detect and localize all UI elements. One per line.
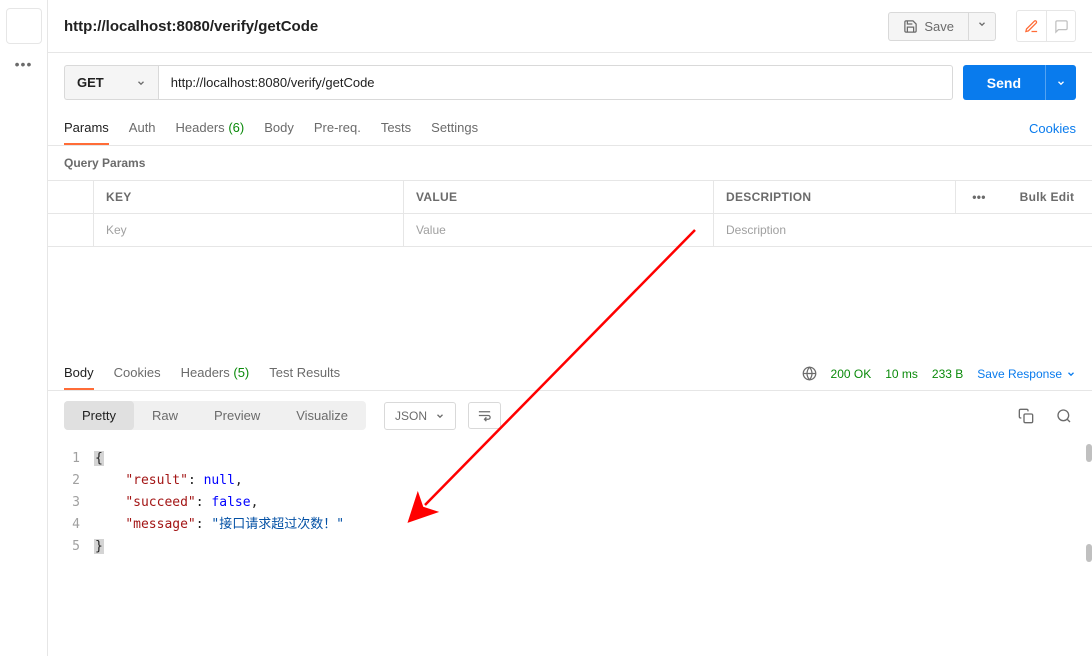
comment-button[interactable] <box>1046 10 1076 42</box>
tab-tests[interactable]: Tests <box>381 112 411 145</box>
response-body[interactable]: 1{ 2 "result": null, 3 "succeed": false,… <box>48 440 1092 566</box>
query-params-label: Query Params <box>48 146 1092 180</box>
pencil-icon <box>1024 19 1039 34</box>
col-value: VALUE <box>404 181 714 213</box>
save-label: Save <box>924 19 954 34</box>
fmt-visualize[interactable]: Visualize <box>278 401 366 430</box>
fmt-raw[interactable]: Raw <box>134 401 196 430</box>
resp-tab-body[interactable]: Body <box>64 357 94 390</box>
tab-headers-label: Headers <box>176 120 225 135</box>
col-key: KEY <box>94 181 404 213</box>
tab-headers[interactable]: Headers (6) <box>176 112 245 145</box>
method-label: GET <box>77 75 104 90</box>
tab-body[interactable]: Body <box>264 112 294 145</box>
col-options[interactable]: ••• <box>956 181 1002 213</box>
sidebar-placeholder <box>6 8 42 44</box>
search-button[interactable] <box>1052 404 1076 428</box>
save-response-button[interactable]: Save Response <box>977 367 1076 381</box>
resp-headers-count: (5) <box>233 365 249 380</box>
wrap-icon <box>477 409 492 422</box>
save-icon <box>903 19 918 34</box>
copy-button[interactable] <box>1014 404 1038 428</box>
wrap-button[interactable] <box>468 402 501 429</box>
resp-tab-headers[interactable]: Headers (5) <box>181 357 250 390</box>
fmt-preview[interactable]: Preview <box>196 401 278 430</box>
save-response-label: Save Response <box>977 367 1062 381</box>
fmt-pretty[interactable]: Pretty <box>64 401 134 430</box>
tab-settings[interactable]: Settings <box>431 112 478 145</box>
headers-count: (6) <box>228 120 244 135</box>
bulk-edit-button[interactable]: Bulk Edit <box>1002 181 1092 213</box>
chevron-down-icon <box>435 411 445 421</box>
save-button[interactable]: Save <box>888 12 969 41</box>
send-dropdown[interactable] <box>1045 65 1076 100</box>
tab-params[interactable]: Params <box>64 112 109 145</box>
format-label: JSON <box>395 409 427 423</box>
request-title: http://localhost:8080/verify/getCode <box>64 18 880 35</box>
response-time: 10 ms <box>885 367 918 381</box>
url-input[interactable] <box>158 65 953 100</box>
search-icon <box>1056 408 1072 424</box>
method-select[interactable]: GET <box>64 65 158 100</box>
save-dropdown[interactable] <box>969 12 996 41</box>
response-size: 233 B <box>932 367 963 381</box>
status-code: 200 OK <box>831 367 872 381</box>
chevron-down-icon <box>977 19 987 29</box>
edit-button[interactable] <box>1016 10 1046 42</box>
col-desc: DESCRIPTION <box>714 181 956 213</box>
chevron-down-icon <box>136 78 146 88</box>
key-input[interactable]: Key <box>94 214 404 246</box>
send-button[interactable]: Send <box>963 65 1045 100</box>
copy-icon <box>1018 408 1034 424</box>
resp-headers-label: Headers <box>181 365 230 380</box>
more-icon[interactable]: ••• <box>11 52 37 76</box>
comment-icon <box>1054 19 1069 34</box>
format-select[interactable]: JSON <box>384 402 456 430</box>
tab-prereq[interactable]: Pre-req. <box>314 112 361 145</box>
tab-auth[interactable]: Auth <box>129 112 156 145</box>
chevron-down-icon <box>1056 78 1066 88</box>
resp-tab-cookies[interactable]: Cookies <box>114 357 161 390</box>
value-input[interactable]: Value <box>404 214 714 246</box>
globe-icon[interactable] <box>802 366 817 381</box>
chevron-down-icon <box>1066 369 1076 379</box>
resp-tab-results[interactable]: Test Results <box>269 357 340 390</box>
cookies-link[interactable]: Cookies <box>1029 121 1076 136</box>
desc-input[interactable]: Description <box>714 214 1092 246</box>
